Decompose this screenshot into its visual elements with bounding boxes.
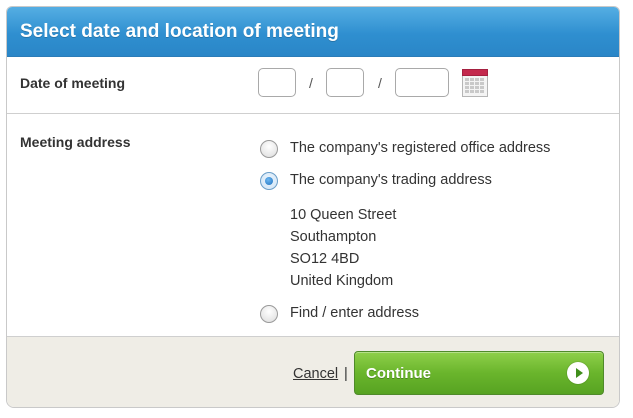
- address-line: Southampton: [290, 229, 377, 245]
- year-input[interactable]: [395, 68, 449, 97]
- address-line: United Kingdom: [290, 273, 394, 289]
- address-label: Meeting address: [20, 134, 131, 150]
- month-input[interactable]: [326, 68, 364, 97]
- radio-button[interactable]: [260, 140, 278, 158]
- day-input[interactable]: [258, 68, 296, 97]
- cancel-link[interactable]: Cancel: [293, 366, 338, 382]
- radio-button[interactable]: [260, 305, 278, 323]
- meeting-panel: Select date and location of meeting Date…: [6, 6, 620, 408]
- panel-footer: Cancel | Continue: [7, 336, 619, 407]
- continue-label: Continue: [366, 365, 431, 382]
- address-line: 10 Queen Street: [290, 207, 397, 223]
- option-label: The company's registered office address: [290, 140, 551, 156]
- date-separator: /: [378, 75, 382, 91]
- page-title: Select date and location of meeting: [20, 21, 339, 42]
- option-label: Find / enter address: [290, 305, 419, 321]
- panel-header: Select date and location of meeting: [7, 7, 619, 57]
- continue-button[interactable]: Continue: [354, 351, 604, 395]
- date-label: Date of meeting: [20, 75, 126, 91]
- calendar-icon[interactable]: [462, 69, 488, 97]
- date-separator: /: [309, 75, 313, 91]
- arrow-right-circle-icon: [567, 362, 589, 384]
- option-label: The company's trading address: [290, 172, 492, 188]
- radio-button-selected[interactable]: [260, 172, 278, 190]
- address-row: Meeting address The company's registered…: [7, 114, 619, 336]
- footer-separator: |: [344, 366, 348, 382]
- date-row: Date of meeting / /: [7, 57, 619, 114]
- address-line: SO12 4BD: [290, 251, 360, 267]
